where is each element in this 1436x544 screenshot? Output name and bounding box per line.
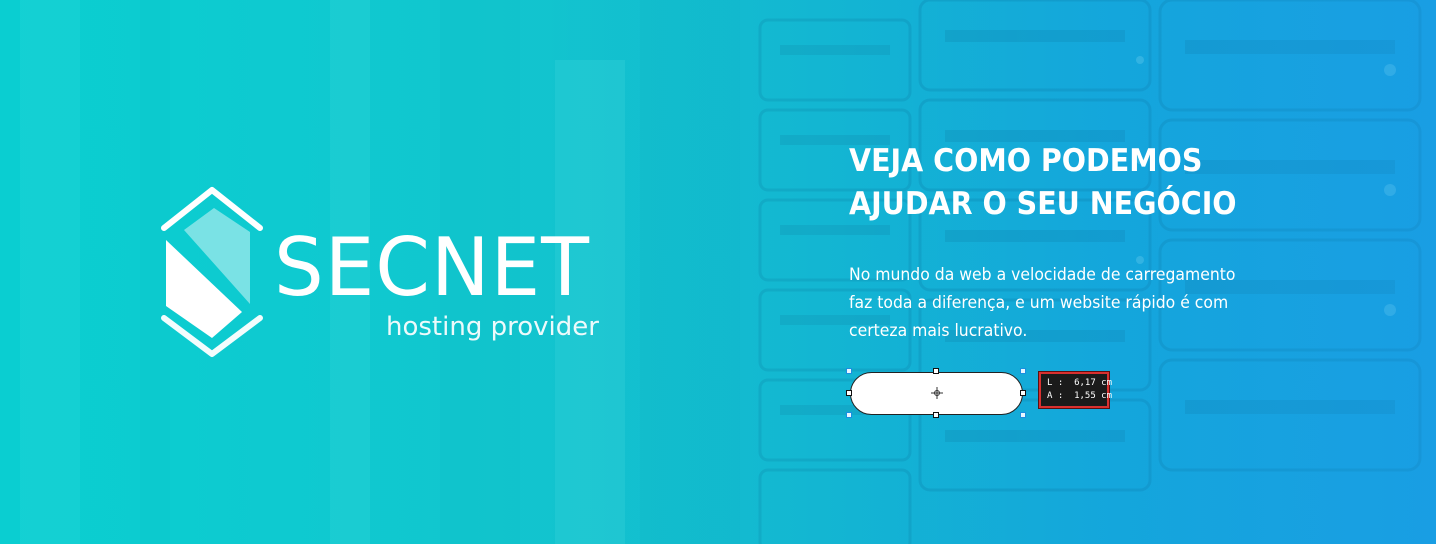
brand-name: SECNET xyxy=(274,221,591,314)
resize-handle-left[interactable] xyxy=(846,390,852,396)
hero-headline: VEJA COMO PODEMOS AJUDAR O SEU NEGÓCIO xyxy=(849,140,1346,226)
width-readout: L : 6,17 cm xyxy=(1047,378,1113,388)
height-readout: A : 1,55 cm xyxy=(1047,391,1113,401)
resize-handle-bottom-left[interactable] xyxy=(846,412,852,418)
description-line: certeza mais lucrativo. xyxy=(849,321,1028,341)
description-line: No mundo da web a velocidade de carregam… xyxy=(849,265,1236,285)
hero-description: No mundo da web a velocidade de carregam… xyxy=(849,261,1309,345)
secnet-logo: SECNET hosting provider xyxy=(156,186,616,361)
crosshair-move-icon[interactable] xyxy=(931,387,943,399)
dimension-tooltip: L : 6,17 cm A : 1,55 cm xyxy=(1039,372,1113,408)
resize-handle-bottom-right[interactable] xyxy=(1020,412,1026,418)
brand-tagline: hosting provider xyxy=(386,312,599,342)
hero-banner: SECNET hosting provider VEJA COMO PODEMO… xyxy=(0,0,1436,544)
headline-line: AJUDAR O SEU NEGÓCIO xyxy=(849,186,1237,222)
hexagon-shield-logo-icon xyxy=(161,187,263,357)
headline-line: VEJA COMO PODEMOS xyxy=(849,143,1203,179)
resize-handle-top[interactable] xyxy=(933,368,939,374)
resize-handle-right[interactable] xyxy=(1020,390,1026,396)
description-line: faz toda a diferença, e um website rápid… xyxy=(849,293,1229,313)
resize-handle-top-left[interactable] xyxy=(846,368,852,374)
resize-handle-top-right[interactable] xyxy=(1020,368,1026,374)
resize-handle-bottom[interactable] xyxy=(933,412,939,418)
selected-pill-shape[interactable] xyxy=(846,368,1026,418)
